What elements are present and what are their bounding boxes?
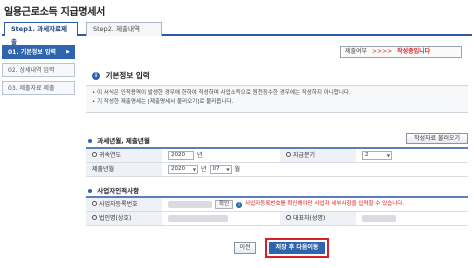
attr-year-input[interactable]: 2020: [168, 151, 194, 160]
submit-date-value-cell: 2020 년 07 월: [162, 163, 468, 176]
radio-dot-icon: [286, 215, 291, 220]
radio-dot-icon: [286, 152, 291, 157]
biz-no-label: 사업자등록번호: [99, 201, 138, 208]
rep-name-value-cell: [356, 212, 468, 225]
pay-period-value-cell: 2: [356, 149, 468, 162]
notice-box: • 이 서식은 인적용역이 발생한 경우에 한하여 작성하며 사업소득으로 원천…: [86, 85, 468, 113]
attr-year-label: 귀속연도: [99, 152, 122, 159]
month-unit: 월: [234, 166, 241, 173]
corp-name-blurred-value: [168, 215, 228, 222]
status-value: 작성중입니다: [397, 48, 431, 55]
tab-bar: Step1. 과세자료제출 Step2. 제출내역: [2, 22, 472, 46]
biz-no-label-cell: 사업자등록번호: [86, 198, 162, 211]
step-sidebar: 01. 기본정보 입력 ▶ 02. 상세내역 입력 03. 제출자료 제출: [2, 45, 75, 99]
pay-period-label: 지급분기: [293, 152, 316, 159]
table-row: 귀속연도 2020 년 지급분기 2: [86, 149, 468, 163]
biz-no-blurred-value: [168, 201, 212, 208]
submission-status: 제출여부 >>>> 작성중입니다: [340, 46, 462, 58]
biz-no-value-cell: 확인 i 사업자등록번호를 확인해야만 사업자 세부사항을 입력할 수 있습니다…: [162, 198, 468, 211]
pay-period-label-cell: 지급분기: [280, 149, 356, 162]
submit-year-select[interactable]: 2020: [168, 165, 198, 174]
attr-year-value-cell: 2020 년: [162, 149, 280, 162]
rep-name-blurred-value: [362, 215, 396, 222]
bullet-icon: [88, 139, 92, 143]
year-unit: 년: [197, 152, 203, 159]
notice-line-1: • 이 서식은 인적용역이 발생한 경우에 한하여 작성하며 사업소득으로 원천…: [92, 90, 351, 96]
radio-dot-icon: [92, 201, 97, 206]
rep-name-label-cell: 대표자(성명): [280, 212, 356, 225]
corp-name-label: 법인명(상호): [99, 215, 132, 222]
chevron-right-icon: ▶: [66, 49, 70, 55]
bullet-icon: [88, 189, 92, 193]
step-label: 01. 기본정보 입력: [8, 49, 56, 56]
info-small-icon: i: [236, 201, 243, 208]
step-label: 03. 제출자료 제출: [8, 85, 55, 92]
status-arrows: >>>>: [372, 48, 393, 55]
business-title-text: 사업자인적사항: [97, 187, 140, 195]
table-row: 사업자등록번호 확인 i 사업자등록번호를 확인해야만 사업자 세부사항을 입력…: [86, 198, 468, 212]
main-panel: 제출여부 >>>> 작성중입니다 i 기본정보 입력 • 이 서식은 인적용역이…: [84, 40, 472, 266]
biz-no-note: 사업자등록번호를 확인해야만 사업자 세부사항을 입력할 수 있습니다.: [245, 201, 405, 207]
info-icon: i: [92, 72, 100, 80]
rep-name-label: 대표자(성명): [293, 215, 326, 222]
notice-line-2: • 기 작성한 제출명세는 [제출명세서 불러오기]로 불러옵니다.: [92, 99, 234, 105]
submit-month-select[interactable]: 07: [209, 165, 232, 174]
section-title-text: 기본정보 입력: [105, 71, 150, 80]
corp-name-label-cell: 법인명(상호): [86, 212, 162, 225]
load-saved-button[interactable]: 작성자료 불러오기: [406, 133, 468, 144]
table-row: 법인명(상호) 대표자(성명): [86, 212, 468, 226]
attr-year-label-cell: 귀속연도: [86, 149, 162, 162]
tax-period-title: 과세년월, 제출년월: [88, 135, 150, 145]
prev-button[interactable]: 이전: [234, 242, 256, 254]
radio-dot-icon: [92, 152, 97, 157]
tax-period-table: 귀속연도 2020 년 지급분기 2 제출년월 2020 년 07 월: [86, 147, 468, 177]
table-row: 제출년월 2020 년 07 월: [86, 163, 468, 177]
business-table: 사업자등록번호 확인 i 사업자등록번호를 확인해야만 사업자 세부사항을 입력…: [86, 196, 468, 226]
save-next-label: 저장 후 다음이동: [269, 242, 325, 254]
step-detail[interactable]: 02. 상세내역 입력: [2, 63, 75, 77]
page-title: 일용근로소득 지급명세서: [4, 7, 106, 18]
tax-period-title-text: 과세년월, 제출년월: [97, 137, 150, 145]
year-unit: 년: [201, 166, 207, 173]
corp-name-value-cell: [162, 212, 280, 225]
tab-step1[interactable]: Step1. 과세자료제출: [4, 22, 78, 46]
tab-step2[interactable]: Step2. 제출내역: [86, 22, 162, 36]
verify-button[interactable]: 확인: [215, 200, 234, 209]
radio-dot-icon: [92, 215, 97, 220]
section-title: i 기본정보 입력: [92, 70, 150, 81]
submit-date-label-cell: 제출년월: [86, 163, 162, 176]
pay-period-select[interactable]: 2: [362, 151, 392, 160]
save-next-button[interactable]: 저장 후 다음이동: [265, 238, 329, 258]
business-title: 사업자인적사항: [88, 185, 139, 195]
step-basic-info[interactable]: 01. 기본정보 입력 ▶: [2, 45, 75, 59]
step-submit[interactable]: 03. 제출자료 제출: [2, 81, 75, 95]
status-label: 제출여부: [345, 48, 368, 55]
step-label: 02. 상세내역 입력: [8, 67, 55, 74]
submit-date-label: 제출년월: [92, 166, 115, 173]
